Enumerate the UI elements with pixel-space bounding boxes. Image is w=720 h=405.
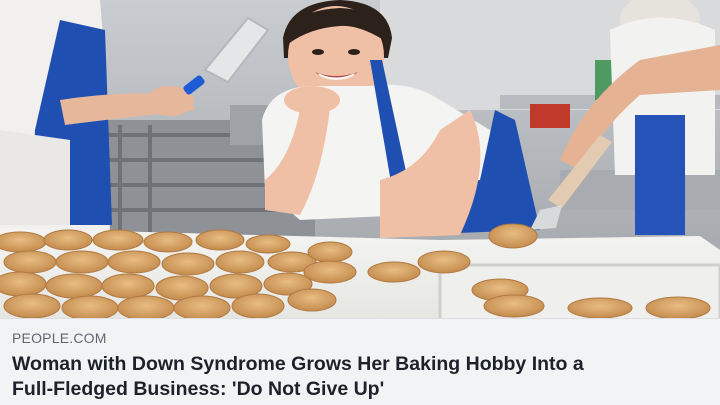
bakery-kitchen-image	[0, 0, 720, 318]
link-caption[interactable]: PEOPLE.COM Woman with Down Syndrome Grow…	[0, 318, 720, 405]
headline-line-2[interactable]: Full-Fledged Business: 'Do Not Give Up'	[12, 377, 708, 402]
article-photo[interactable]	[0, 0, 720, 318]
link-preview-card[interactable]: PEOPLE.COM Woman with Down Syndrome Grow…	[0, 0, 720, 405]
headline-line-1[interactable]: Woman with Down Syndrome Grows Her Bakin…	[12, 352, 708, 377]
source-domain: PEOPLE.COM	[12, 330, 107, 346]
